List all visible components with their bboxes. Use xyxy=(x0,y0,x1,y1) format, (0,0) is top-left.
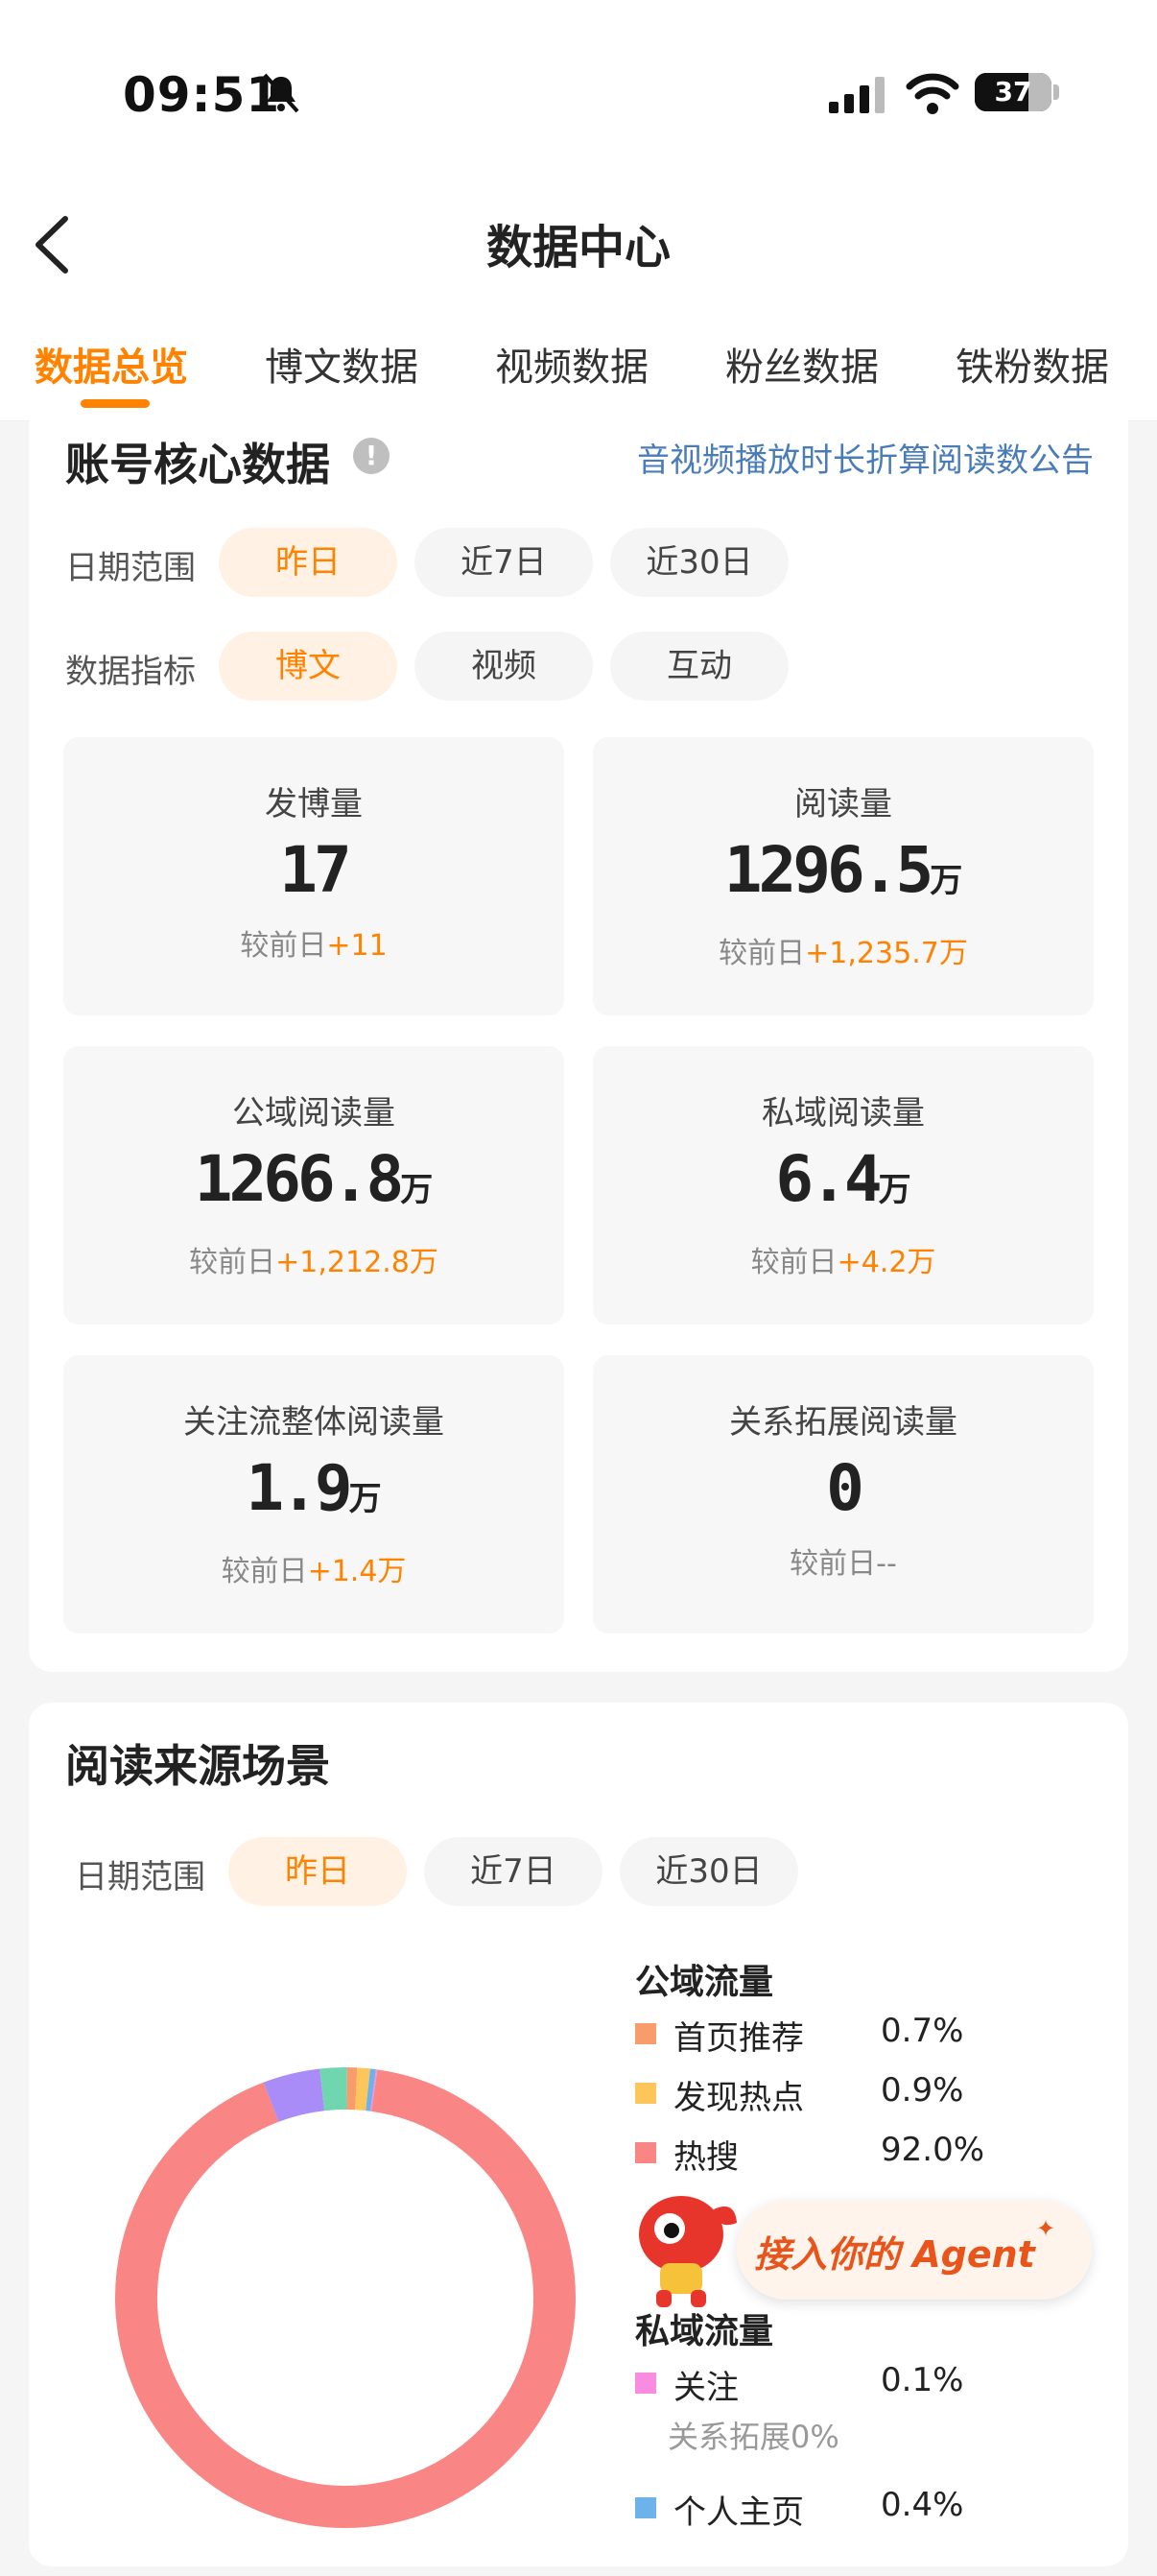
legend-swatch xyxy=(635,2142,656,2163)
tab-iron-fans[interactable]: 铁粉数据 xyxy=(956,336,1109,392)
stat-value: 1296.5万 xyxy=(593,833,1094,907)
page-title: 数据中心 xyxy=(0,209,1157,276)
legend-swatch xyxy=(635,2497,656,2518)
tab-posts[interactable]: 博文数据 xyxy=(265,336,418,392)
date-chip-yesterday[interactable]: 昨日 xyxy=(219,528,397,597)
stat-card-follow-reads[interactable]: 关注流整体阅读量 1.9万 较前日+1.4万 xyxy=(63,1355,564,1634)
tab-bar: 数据总览 博文数据 视频数据 粉丝数据 铁粉数据 xyxy=(0,307,1157,421)
source-date-chip-30d[interactable]: 近30日 xyxy=(620,1837,798,1906)
legend-swatch xyxy=(635,2083,656,2104)
sparkle-icon: ✦ xyxy=(1036,2215,1055,2242)
metric-chip-posts[interactable]: 博文 xyxy=(219,632,397,701)
read-source-card: 阅读来源场景 日期范围 昨日 近7日 近30日 公域流量 首页推荐 0.7% 发… xyxy=(29,1703,1128,2566)
agent-button-label[interactable]: 接入你的 Agent xyxy=(754,2225,1035,2278)
stat-compare: 较前日+1,235.7万 xyxy=(593,929,1094,971)
stat-label: 私域阅读量 xyxy=(593,1086,1094,1133)
status-bar: 09:51 37 xyxy=(0,0,1157,182)
legend-pct: 0.7% xyxy=(881,2012,963,2050)
stat-card-relation-reads[interactable]: 关系拓展阅读量 0 较前日-- xyxy=(593,1355,1094,1634)
tab-fans[interactable]: 粉丝数据 xyxy=(725,336,879,392)
metric-chip-interaction[interactable]: 互动 xyxy=(610,632,789,701)
stat-compare: 较前日+1.4万 xyxy=(63,1547,564,1589)
stat-label: 公域阅读量 xyxy=(63,1086,564,1133)
source-date-label: 日期范围 xyxy=(75,1850,205,1897)
stat-label: 关系拓展阅读量 xyxy=(593,1395,1094,1443)
signal-icon xyxy=(829,77,886,113)
stat-compare: 较前日+11 xyxy=(63,921,564,964)
bell-muted-icon xyxy=(259,71,303,115)
date-chip-30d[interactable]: 近30日 xyxy=(610,528,789,597)
notice-link[interactable]: 音视频播放时长折算阅读数公告 xyxy=(637,434,1094,481)
legend-pct: 0.1% xyxy=(881,2361,963,2399)
date-range-label: 日期范围 xyxy=(65,541,196,588)
battery-tip xyxy=(1053,84,1059,100)
stat-compare: 较前日-- xyxy=(593,1539,1094,1582)
mascot-icon xyxy=(622,2179,756,2313)
metric-label: 数据指标 xyxy=(65,645,196,692)
stat-compare: 较前日+1,212.8万 xyxy=(63,1238,564,1280)
status-time: 09:51 xyxy=(123,67,280,123)
relation-expansion-note: 关系拓展0% xyxy=(668,2413,839,2457)
donut-slice-4 xyxy=(356,2088,367,2089)
info-icon[interactable]: ! xyxy=(353,438,390,474)
legend-pct: 92.0% xyxy=(881,2131,984,2169)
donut-slice-0 xyxy=(136,2090,555,2507)
stat-value: 0 xyxy=(593,1451,1094,1525)
stat-label: 关注流整体阅读量 xyxy=(63,1395,564,1443)
core-data-title: 账号核心数据 xyxy=(65,430,330,493)
wifi-icon xyxy=(906,73,959,115)
agent-float-button[interactable]: 接入你的 Agent ✦ xyxy=(622,2190,1099,2305)
stat-card-reads[interactable]: 阅读量 1296.5万 较前日+1,235.7万 xyxy=(593,737,1094,1015)
donut-slice-5 xyxy=(368,2089,373,2090)
legend-swatch xyxy=(635,2023,656,2044)
donut-slice-1 xyxy=(272,2089,322,2102)
active-tab-indicator xyxy=(81,399,150,408)
tab-videos[interactable]: 视频数据 xyxy=(495,336,649,392)
date-chip-7d[interactable]: 近7日 xyxy=(414,528,593,597)
battery-level: 37 xyxy=(975,73,1051,111)
legend-pct: 0.4% xyxy=(881,2486,963,2524)
tab-overview[interactable]: 数据总览 xyxy=(35,336,188,392)
legend-pct: 0.9% xyxy=(881,2071,963,2110)
stat-value: 1.9万 xyxy=(63,1451,564,1525)
core-data-card: 账号核心数据 ! 音视频播放时长折算阅读数公告 日期范围 昨日 近7日 近30日… xyxy=(29,420,1128,1672)
battery-icon: 37 xyxy=(975,73,1051,111)
stat-compare: 较前日+4.2万 xyxy=(593,1238,1094,1280)
source-date-chip-7d[interactable]: 近7日 xyxy=(424,1837,602,1906)
legend-swatch xyxy=(635,2373,656,2394)
stat-card-posts[interactable]: 发博量 17 较前日+11 xyxy=(63,737,564,1015)
legend-label: 关注 xyxy=(673,2361,739,2408)
legend-label: 热搜 xyxy=(673,2131,739,2178)
stat-card-public-reads[interactable]: 公域阅读量 1266.8万 较前日+1,212.8万 xyxy=(63,1046,564,1324)
legend-label: 首页推荐 xyxy=(673,2012,804,2059)
stat-value: 17 xyxy=(63,833,564,907)
source-date-chip-yesterday[interactable]: 昨日 xyxy=(228,1837,407,1906)
stat-label: 发博量 xyxy=(63,777,564,824)
read-source-title: 阅读来源场景 xyxy=(65,1731,330,1795)
donut-slice-2 xyxy=(322,2088,347,2089)
legend-label: 个人主页 xyxy=(673,2486,804,2533)
metric-chip-videos[interactable]: 视频 xyxy=(414,632,593,701)
stat-value: 1266.8万 xyxy=(63,1142,564,1216)
legend-label: 发现热点 xyxy=(673,2071,804,2118)
stat-value: 6.4万 xyxy=(593,1142,1094,1216)
stat-label: 阅读量 xyxy=(593,777,1094,824)
stat-card-private-reads[interactable]: 私域阅读量 6.4万 较前日+4.2万 xyxy=(593,1046,1094,1324)
public-traffic-title: 公域流量 xyxy=(635,1954,773,2004)
source-donut-chart xyxy=(58,2000,633,2576)
